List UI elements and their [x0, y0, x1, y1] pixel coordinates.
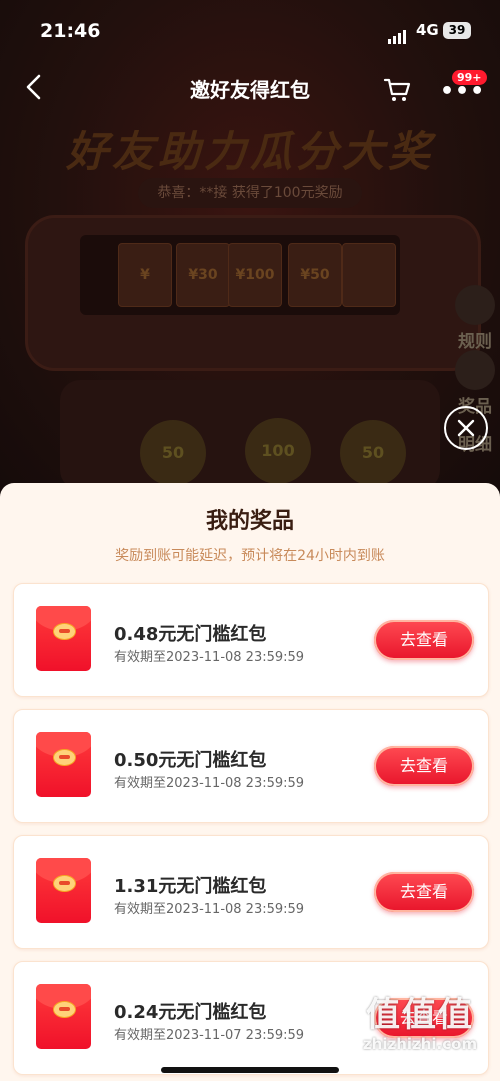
page-title: 邀好友得红包 — [190, 78, 310, 102]
red-envelope-icon — [36, 858, 91, 923]
rules-button[interactable]: 规则 — [450, 285, 500, 352]
prize-name: 0.50元无门槛红包 — [114, 750, 267, 771]
prize-card: ¥50 — [288, 243, 342, 307]
prize-name: 0.24元无门槛红包 — [114, 1002, 267, 1023]
prize-expiry: 有效期至2023-11-08 23:59:59 — [114, 902, 305, 917]
network-type: 4G — [416, 21, 439, 39]
prizes-icon — [455, 350, 495, 390]
prize-name: 0.48元无门槛红包 — [114, 624, 267, 645]
view-prize-button[interactable]: 去查看 — [374, 620, 474, 660]
red-envelope-icon — [36, 732, 91, 797]
signal-icon — [388, 25, 408, 44]
prize-expiry: 有效期至2023-11-08 23:59:59 — [114, 776, 305, 791]
my-prizes-sheet: 我的奖品 奖励到账可能延迟，预计将在24小时内到账 0.48元无门槛红包 有效期… — [0, 483, 500, 1081]
view-prize-button[interactable]: 去查看 — [374, 746, 474, 786]
sheet-title: 我的奖品 — [205, 509, 294, 534]
prize-card: ¥ — [118, 243, 172, 307]
prize-ball: 100 — [245, 418, 311, 484]
gift-card — [342, 243, 396, 307]
site-watermark: 值值值 zhizhizhi.com — [350, 995, 490, 1053]
prize-item: 0.48元无门槛红包 有效期至2023-11-08 23:59:59 去查看 — [13, 583, 489, 697]
prize-item: 1.31元无门槛红包 有效期至2023-11-08 23:59:59 去查看 — [13, 835, 489, 949]
watermark-url: zhizhizhi.com — [362, 1035, 478, 1053]
red-envelope-icon — [36, 984, 91, 1049]
prize-expiry: 有效期至2023-11-07 23:59:59 — [114, 1028, 305, 1043]
prize-card: ¥100 — [228, 243, 282, 307]
red-envelope-icon — [36, 606, 91, 671]
sheet-subtitle: 奖励到账可能延迟，预计将在24小时内到账 — [115, 548, 385, 564]
prize-ball: 50 — [340, 420, 406, 486]
congrats-ticker: 恭喜：**接 获得了100元奖励 — [138, 178, 362, 208]
notification-badge: 99+ — [452, 70, 487, 85]
status-bar: 21:46 4G 39 — [0, 0, 500, 60]
battery-icon: 39 — [443, 22, 471, 39]
view-prize-button[interactable]: 去查看 — [374, 872, 474, 912]
nav-bar: 邀好友得红包 ••• 99+ — [0, 60, 500, 118]
prize-item: 0.50元无门槛红包 有效期至2023-11-08 23:59:59 去查看 — [13, 709, 489, 823]
prize-card: ¥30 — [176, 243, 230, 307]
rules-label: 规则 — [458, 332, 492, 352]
prize-name: 1.31元无门槛红包 — [114, 876, 267, 897]
home-indicator[interactable] — [161, 1067, 339, 1073]
rules-icon — [455, 285, 495, 325]
cart-icon[interactable] — [383, 75, 411, 103]
battery-level: 39 — [448, 23, 466, 37]
status-time: 21:46 — [40, 20, 101, 42]
prize-ball: 50 — [140, 420, 206, 486]
close-icon[interactable] — [444, 406, 488, 450]
watermark-logo: 值值值 — [366, 995, 474, 1035]
game-headline: 好友助力瓜分大奖 — [65, 127, 434, 176]
prize-expiry: 有效期至2023-11-08 23:59:59 — [114, 650, 305, 665]
